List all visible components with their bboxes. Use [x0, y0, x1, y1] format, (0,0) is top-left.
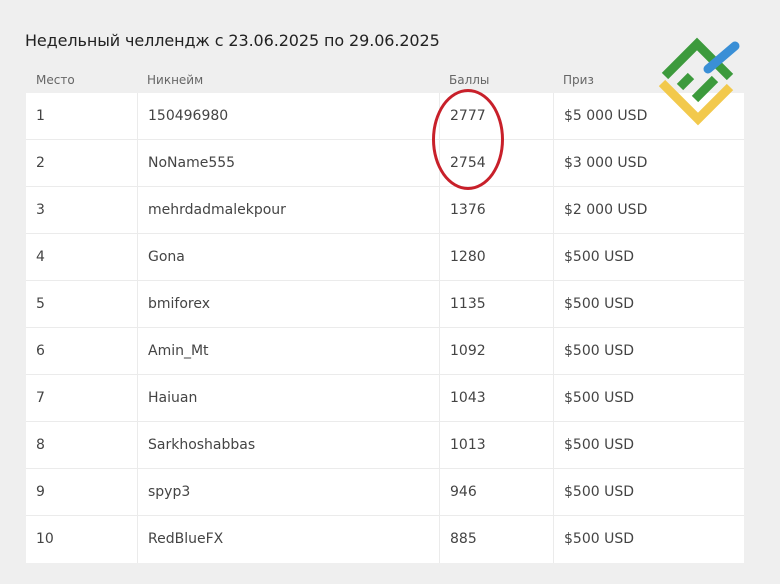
column-header-prize: Приз [563, 73, 594, 87]
cell-place: 2 [36, 155, 45, 171]
column-header-place: Место [36, 73, 75, 87]
cell-prize: $500 USD [553, 281, 744, 328]
highlight-circle [432, 89, 504, 190]
column-header-nickname: Никнейм [147, 73, 204, 87]
cell-place: 8 [36, 437, 45, 453]
cell-prize: $3 000 USD [553, 140, 744, 187]
cell-nickname: Haiuan [137, 375, 439, 422]
cell-nickname: bmiforex [137, 281, 439, 328]
cell-place: 1 [36, 108, 45, 124]
table-header: Место Никнейм Баллы Приз [26, 68, 744, 93]
table-row: 8 Sarkhoshabbas 1013 $500 USD [26, 422, 744, 469]
table-body: 1 150496980 2777 $5 000 USD 2 NoName555 2754 $3… [26, 93, 744, 563]
cell-prize: $500 USD [553, 422, 744, 469]
cell-prize: $2 000 USD [553, 187, 744, 234]
cell-points: 1376 [439, 187, 553, 234]
column-header-points: Баллы [449, 73, 490, 87]
cell-points: 885 [439, 516, 553, 563]
cell-points: 1013 [439, 422, 553, 469]
cell-prize: $500 USD [553, 375, 744, 422]
cell-nickname: 150496980 [137, 93, 439, 140]
cell-nickname: Sarkhoshabbas [137, 422, 439, 469]
cell-nickname: NoName555 [137, 140, 439, 187]
table-row: 1 150496980 2777 $5 000 USD [26, 93, 744, 140]
cell-nickname: RedBlueFX [137, 516, 439, 563]
cell-prize: $500 USD [553, 328, 744, 375]
cell-prize: $500 USD [553, 469, 744, 516]
table-row: 4 Gona 1280 $500 USD [26, 234, 744, 281]
cell-nickname: Amin_Mt [137, 328, 439, 375]
cell-place: 7 [36, 390, 45, 406]
table-row: 5 bmiforex 1135 $500 USD [26, 281, 744, 328]
cell-place: 3 [36, 202, 45, 218]
cell-prize: $500 USD [553, 234, 744, 281]
table-row: 6 Amin_Mt 1092 $500 USD [26, 328, 744, 375]
cell-place: 6 [36, 343, 45, 359]
cell-points: 1280 [439, 234, 553, 281]
cell-points: 946 [439, 469, 553, 516]
table-row: 7 Haiuan 1043 $500 USD [26, 375, 744, 422]
cell-nickname: mehrdadmalekpour [137, 187, 439, 234]
cell-place: 9 [36, 484, 45, 500]
cell-place: 5 [36, 296, 45, 312]
cell-nickname: Gona [137, 234, 439, 281]
cell-place: 4 [36, 249, 45, 265]
table-row: 2 NoName555 2754 $3 000 USD [26, 140, 744, 187]
cell-place: 10 [36, 531, 54, 547]
brand-logo-icon [658, 37, 740, 126]
cell-points: 1092 [439, 328, 553, 375]
table-row: 10 RedBlueFX 885 $500 USD [26, 516, 744, 563]
cell-prize: $500 USD [553, 516, 744, 563]
leaderboard-table: Место Никнейм Баллы Приз 1 150496980 2777 $… [26, 68, 744, 563]
table-row: 3 mehrdadmalekpour 1376 $2 000 USD [26, 187, 744, 234]
page-title: Недельный челлендж с 23.06.2025 по 29.06… [25, 31, 440, 50]
table-row: 9 spyp3 946 $500 USD [26, 469, 744, 516]
cell-points: 1135 [439, 281, 553, 328]
cell-points: 1043 [439, 375, 553, 422]
cell-nickname: spyp3 [137, 469, 439, 516]
